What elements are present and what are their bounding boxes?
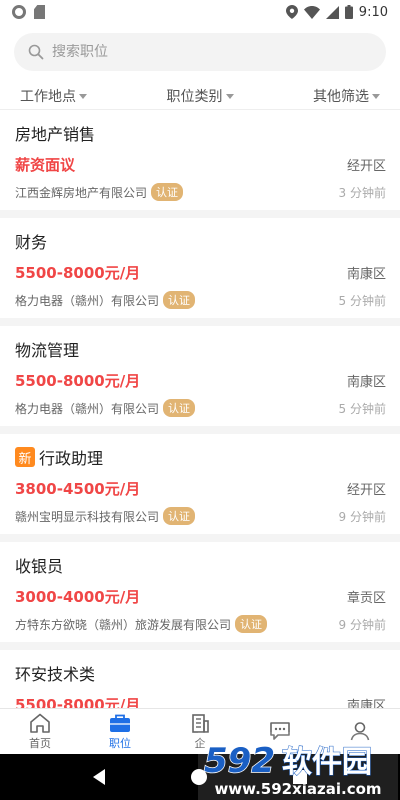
battery-icon (344, 5, 353, 19)
verified-badge: 认证 (163, 507, 196, 525)
message-icon (270, 721, 290, 740)
sd-card-icon (34, 5, 45, 19)
job-title: 财务 (15, 233, 48, 252)
filter-label: 工作地点 (20, 88, 76, 105)
job-title: 物流管理 (15, 341, 80, 360)
job-district: 经开区 (346, 158, 386, 174)
status-time: 9:10 (358, 4, 388, 20)
verified-badge: 认证 (151, 183, 184, 201)
job-salary: 3000-4000元/月 (15, 587, 141, 606)
job-salary: 3800-4500元/月 (15, 479, 141, 498)
nav-jobs[interactable]: 职位 (80, 709, 160, 754)
job-card[interactable]: 房地产销售 薪资面议 经开区 江西金辉房地产有限公司 认证 3 分钟前 (0, 110, 400, 218)
home-icon (30, 713, 50, 733)
search-bar[interactable] (14, 33, 386, 71)
job-title: 环安技术类 (15, 665, 96, 684)
nav-home[interactable]: 首页 (0, 709, 80, 754)
verified-badge: 认证 (163, 291, 196, 309)
company-name: 格力电器（赣州）有限公司 (15, 401, 160, 416)
job-card[interactable]: 财务 5500-8000元/月 南康区 格力电器（赣州）有限公司 认证 5 分钟… (0, 218, 400, 326)
job-salary: 薪资面议 (15, 155, 76, 174)
job-list: 房地产销售 薪资面议 经开区 江西金辉房地产有限公司 认证 3 分钟前 财务 5… (0, 110, 400, 758)
job-district: 章贡区 (346, 590, 386, 606)
back-icon[interactable] (93, 769, 105, 785)
nav-messages[interactable] (240, 709, 320, 754)
status-bar: 9:10 (0, 0, 400, 24)
search-icon (28, 44, 44, 60)
caret-down-icon (372, 93, 380, 99)
company-name: 江西金辉房地产有限公司 (15, 185, 148, 200)
briefcase-icon (110, 714, 130, 732)
notification-dot-icon (12, 5, 26, 19)
new-badge: 新 (15, 447, 35, 467)
person-icon (350, 721, 370, 740)
nav-profile[interactable] (320, 709, 400, 754)
location-icon (285, 5, 298, 19)
job-card[interactable]: 收银员 3000-4000元/月 章贡区 方特东方欲晓（赣州）旅游发展有限公司 … (0, 542, 400, 650)
building-icon (192, 713, 209, 733)
verified-badge: 认证 (163, 399, 196, 417)
search-input[interactable] (52, 44, 352, 60)
post-time: 3 分钟前 (338, 185, 386, 200)
post-time: 9 分钟前 (338, 509, 386, 524)
post-time: 9 分钟前 (338, 617, 386, 632)
caret-down-icon (79, 93, 87, 99)
job-title: 行政助理 (39, 449, 104, 468)
filter-label: 其他筛选 (313, 88, 369, 105)
caret-down-icon (225, 93, 234, 99)
job-title: 收银员 (15, 557, 64, 576)
post-time: 5 分钟前 (338, 293, 386, 308)
filter-category[interactable]: 职位类别 (167, 86, 234, 106)
bottom-nav: 首页 职位 企 (0, 708, 400, 754)
system-nav-bar (0, 754, 400, 800)
home-button-icon[interactable] (191, 769, 207, 785)
job-card[interactable]: 物流管理 5500-8000元/月 南康区 格力电器（赣州）有限公司 认证 5 … (0, 326, 400, 434)
job-district: 南康区 (346, 374, 386, 390)
wifi-icon (303, 5, 320, 19)
filter-other[interactable]: 其他筛选 (313, 86, 380, 106)
filter-label: 职位类别 (166, 88, 223, 105)
job-salary: 5500-8000元/月 (15, 263, 141, 282)
verified-badge: 认证 (235, 615, 268, 633)
signal-icon (325, 5, 339, 19)
job-salary: 5500-8000元/月 (15, 371, 141, 390)
nav-label: 职位 (109, 736, 131, 750)
filter-location[interactable]: 工作地点 (20, 86, 87, 106)
recent-apps-icon[interactable] (293, 770, 307, 784)
nav-label: 首页 (29, 736, 51, 750)
post-time: 5 分钟前 (338, 401, 386, 416)
job-district: 经开区 (346, 482, 386, 498)
company-name: 方特东方欲晓（赣州）旅游发展有限公司 (15, 617, 232, 632)
job-district: 南康区 (346, 266, 386, 282)
company-name: 格力电器（赣州）有限公司 (15, 293, 160, 308)
company-name: 赣州宝明显示科技有限公司 (15, 509, 160, 524)
job-title: 房地产销售 (15, 125, 96, 144)
nav-label: 企 (194, 736, 206, 750)
nav-company[interactable]: 企 (160, 709, 240, 754)
filter-bar: 工作地点 职位类别 其他筛选 (0, 82, 400, 110)
job-card[interactable]: 新 行政助理 3800-4500元/月 经开区 赣州宝明显示科技有限公司 认证 … (0, 434, 400, 542)
